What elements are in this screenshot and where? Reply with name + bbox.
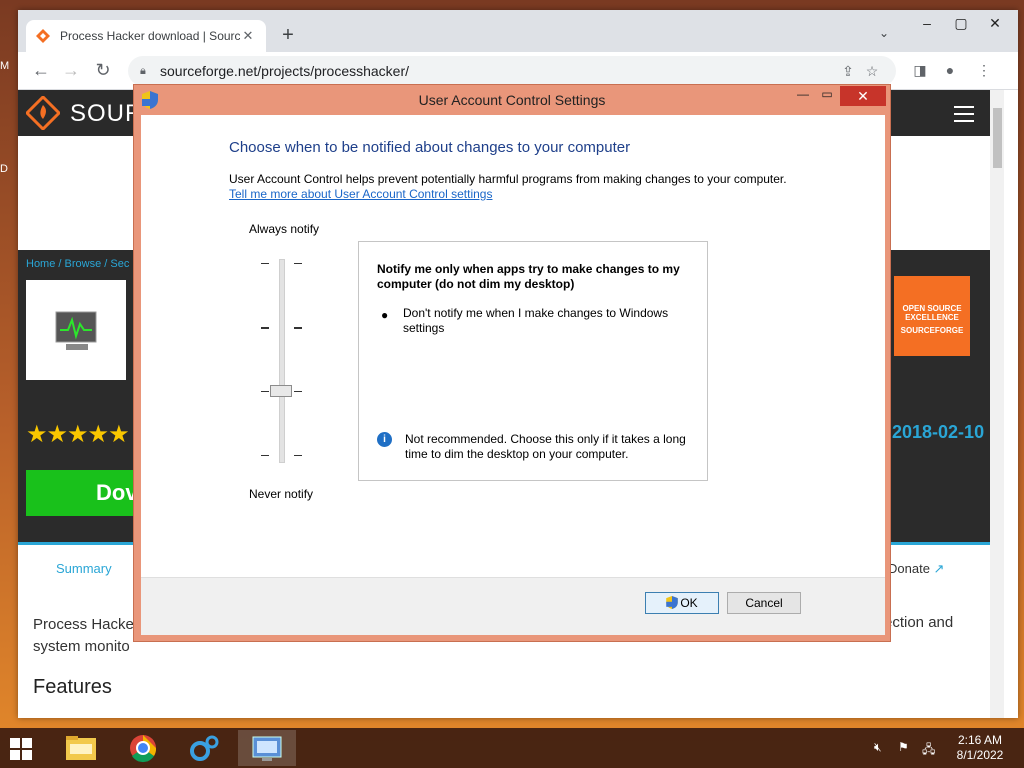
slider-thumb[interactable] [270, 385, 292, 397]
menu-kebab-icon[interactable]: ⋮ [974, 62, 994, 82]
breadcrumb[interactable]: Home / Browse / Sec [26, 258, 129, 270]
tab-search-icon[interactable]: ⌄ [876, 26, 892, 42]
tab-strip: Process Hacker download | Sourc ✕ + ⌄ – … [18, 10, 1018, 52]
bookmark-star-icon[interactable]: ☆ [860, 63, 884, 80]
dialog-maximize-button[interactable]: ▭ [814, 87, 840, 107]
windows-start-icon[interactable] [10, 738, 32, 760]
level-title: Notify me only when apps try to make cha… [377, 262, 680, 291]
description-line-1-end: ection and [884, 614, 954, 631]
control-panel-gears-icon[interactable] [176, 730, 234, 766]
tab-title: Process Hacker download | Sourc [60, 29, 240, 43]
address-bar[interactable]: 🔒︎ sourceforge.net/projects/processhacke… [128, 56, 896, 86]
dialog-heading: Choose when to be notified about changes… [229, 139, 631, 156]
file-explorer-icon[interactable] [52, 730, 110, 766]
desktop-icon-label: M [0, 60, 10, 72]
dialog-description: User Account Control helps prevent poten… [229, 172, 787, 186]
award-badge: OPEN SOURCE EXCELLENCE SOURCEFORGE [894, 276, 970, 356]
donate-label: Donate [888, 561, 930, 576]
side-panel-icon[interactable]: ◨ [910, 62, 930, 82]
lock-icon: 🔒︎ [140, 64, 146, 77]
slider-tick [261, 455, 269, 456]
features-heading: Features [33, 676, 112, 698]
restore-button[interactable]: ▢ [946, 12, 976, 36]
dialog-title: User Account Control Settings [418, 92, 606, 108]
slider-tick [261, 263, 269, 264]
new-tab-button[interactable]: + [276, 24, 300, 48]
never-notify-label: Never notify [249, 487, 314, 501]
learn-more-link[interactable]: Tell me more about User Account Control … [229, 187, 492, 201]
uac-settings-taskbar-icon[interactable] [238, 730, 296, 766]
badge-brand: SOURCEFORGE [900, 326, 964, 335]
last-update-date: 2018-02-10 [892, 422, 985, 442]
sourceforge-favicon-icon [36, 29, 50, 43]
download-button[interactable]: Dov [26, 470, 146, 516]
dialog-minimize-button[interactable]: — [790, 87, 816, 107]
desktop-icon-label: D [0, 163, 8, 175]
dialog-close-button[interactable]: ✕ [840, 86, 886, 106]
dialog-titlebar[interactable]: User Account Control Settings — ▭ ✕ [134, 85, 890, 115]
uac-settings-dialog: User Account Control Settings — ▭ ✕ Choo… [133, 84, 891, 642]
chrome-icon[interactable] [114, 730, 172, 766]
notification-level-slider[interactable] [279, 259, 285, 463]
project-logo [26, 280, 126, 380]
badge-text: OPEN SOURCE EXCELLENCE [902, 304, 962, 322]
network-icon[interactable]: 🖧︎ [922, 740, 935, 761]
tab-donate[interactable]: Donate ↗ [888, 561, 944, 577]
ok-label: OK [680, 596, 698, 610]
clock-date: 8/1/2022 [956, 748, 1004, 762]
rating-stars: ★★★★★ [26, 421, 130, 448]
share-icon[interactable]: ⇪ [836, 63, 860, 80]
bullet-icon: ● [381, 308, 389, 322]
dialog-content: Choose when to be notified about changes… [141, 115, 885, 577]
scrollbar-thumb[interactable] [993, 108, 1002, 168]
level-detail: Don't notify me when I make changes to W… [403, 306, 669, 335]
slider-tick [294, 327, 302, 329]
ok-button[interactable]: OK [645, 592, 719, 614]
profile-avatar-icon[interactable]: ● [940, 62, 960, 82]
sourceforge-logo-icon[interactable] [26, 96, 60, 130]
always-notify-label: Always notify [249, 222, 320, 236]
level-description-box: Notify me only when apps try to make cha… [358, 241, 708, 481]
dialog-footer: OK Cancel [141, 577, 885, 635]
close-tab-icon[interactable]: ✕ [240, 28, 256, 44]
download-label: Dov [96, 480, 138, 505]
reload-icon[interactable]: ↻ [92, 60, 114, 82]
close-window-button[interactable]: ✕ [980, 12, 1010, 36]
back-icon[interactable]: ← [30, 60, 52, 82]
browser-tab[interactable]: Process Hacker download | Sourc ✕ [26, 20, 266, 52]
page-scrollbar[interactable] [990, 90, 1004, 718]
level-recommendation: Not recommended. Choose this only if it … [405, 432, 686, 461]
slider-tick [294, 391, 302, 392]
action-center-flag-icon[interactable]: ⚑ [898, 740, 909, 754]
slider-tick [261, 327, 269, 329]
forward-icon[interactable]: → [60, 60, 82, 82]
minimize-button[interactable]: – [912, 12, 942, 36]
monitor-icon [55, 311, 97, 350]
slider-tick [294, 455, 302, 456]
uac-shield-icon [666, 596, 679, 609]
hamburger-menu-icon[interactable] [954, 106, 974, 127]
tab-summary[interactable]: Summary [56, 561, 112, 576]
external-link-icon: ↗ [933, 561, 945, 576]
url-text[interactable]: sourceforge.net/projects/processhacker/ [160, 63, 836, 79]
taskbar: 🔇︎ ⚑ 🖧︎ 2:16 AM 8/1/2022 [0, 728, 1024, 768]
cancel-button[interactable]: Cancel [727, 592, 801, 614]
info-icon: i [377, 432, 392, 447]
slider-tick [294, 263, 302, 264]
slider-tick [261, 391, 269, 392]
system-clock[interactable]: 2:16 AM 8/1/2022 [950, 733, 1010, 763]
volume-muted-icon[interactable]: 🔇︎ [874, 740, 882, 755]
clock-time: 2:16 AM [957, 733, 1003, 747]
